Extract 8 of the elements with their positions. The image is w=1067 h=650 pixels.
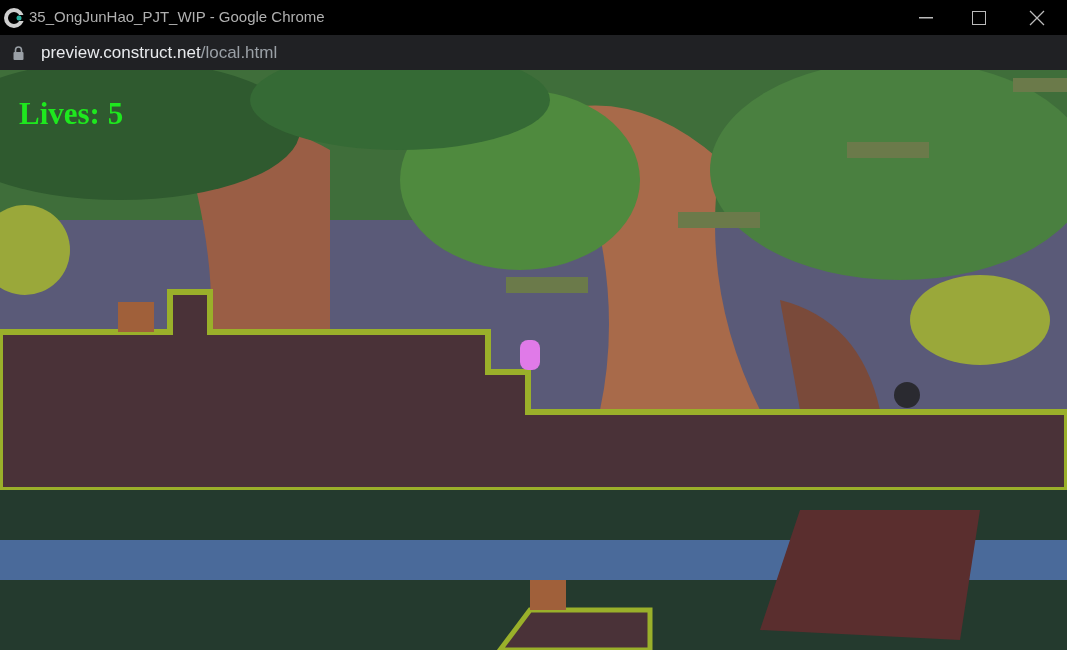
app-logo-icon	[4, 7, 24, 28]
url-text[interactable]: preview.construct.net/local.html	[41, 39, 278, 66]
window-title: 35_OngJunHao_PJT_WIP - Google Chrome	[29, 7, 325, 28]
minimize-icon	[919, 16, 933, 19]
close-icon	[1029, 9, 1045, 26]
lives-counter: Lives: 5	[19, 98, 124, 129]
maximize-icon	[972, 10, 986, 25]
lock-icon	[13, 45, 24, 60]
